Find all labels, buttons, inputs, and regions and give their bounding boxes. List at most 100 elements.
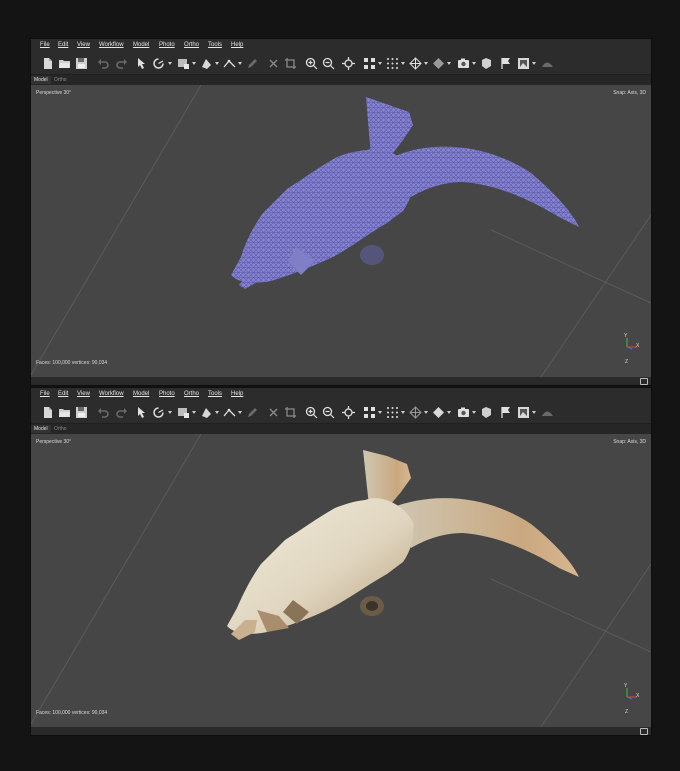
undo-icon[interactable] xyxy=(97,57,110,70)
snap-label: Snap: Axis, 3D xyxy=(613,439,646,445)
menu-file[interactable]: File xyxy=(40,42,50,48)
metashape-window-textured: File Edit View Workflow Model Photo Orth… xyxy=(30,387,652,736)
show-images-icon[interactable] xyxy=(517,57,530,70)
menu-edit[interactable]: Edit xyxy=(58,391,68,397)
goat-skull-wireframe xyxy=(231,97,579,289)
menu-tools[interactable]: Tools xyxy=(208,42,222,48)
menu-file[interactable]: File xyxy=(40,391,50,397)
menu-help[interactable]: Help xyxy=(231,391,243,397)
dem-icon[interactable] xyxy=(541,57,554,70)
zoom-in-icon[interactable] xyxy=(305,57,318,70)
snap-label: Snap: Axis, 3D xyxy=(613,90,646,96)
console-icon[interactable] xyxy=(640,728,648,735)
projection-label: Perspective 30° xyxy=(36,439,72,445)
menu-photo[interactable]: Photo xyxy=(159,391,175,397)
shape-draw-icon[interactable] xyxy=(200,406,213,419)
view-tab-bar: Model Ortho xyxy=(31,424,651,434)
menu-tools[interactable]: Tools xyxy=(208,391,222,397)
axis-y-label: Y xyxy=(624,333,628,339)
crop-icon[interactable] xyxy=(284,57,297,70)
view-tab-bar: Model Ortho xyxy=(31,75,651,85)
shaded-model-icon[interactable] xyxy=(432,406,445,419)
menu-view[interactable]: View xyxy=(77,42,90,48)
delete-icon[interactable] xyxy=(267,57,280,70)
model-viewport[interactable]: Perspective 30° Snap: Axis, 3D Faces: 10… xyxy=(31,85,651,377)
dense-cloud-icon[interactable] xyxy=(386,57,399,70)
crop-icon[interactable] xyxy=(284,406,297,419)
reset-view-icon[interactable] xyxy=(342,406,355,419)
tab-model[interactable]: Model xyxy=(31,76,51,84)
zoom-in-icon[interactable] xyxy=(305,406,318,419)
mesh-icon[interactable] xyxy=(409,406,422,419)
goat-skull-textured xyxy=(227,450,579,640)
menu-model[interactable]: Model xyxy=(133,42,149,48)
grid-line xyxy=(31,85,202,376)
pencil-icon[interactable] xyxy=(246,406,259,419)
projection-label: Perspective 30° xyxy=(36,90,72,96)
grid-line xyxy=(490,578,651,653)
tab-ortho[interactable]: Ortho xyxy=(51,425,70,433)
console-icon[interactable] xyxy=(640,378,648,385)
axis-gizmo: X Y Z xyxy=(619,333,645,365)
scene-canvas xyxy=(31,85,651,377)
redo-icon[interactable] xyxy=(115,406,128,419)
menu-workflow[interactable]: Workflow xyxy=(99,42,124,48)
menu-ortho[interactable]: Ortho xyxy=(184,391,199,397)
open-folder-icon[interactable] xyxy=(58,406,71,419)
pencil-icon[interactable] xyxy=(246,57,259,70)
menu-photo[interactable]: Photo xyxy=(159,42,175,48)
axis-x-label: X xyxy=(636,693,640,699)
new-document-icon[interactable] xyxy=(41,57,54,70)
navigation-arrow-icon[interactable] xyxy=(135,406,148,419)
menu-view[interactable]: View xyxy=(77,391,90,397)
ruler-measure-icon[interactable] xyxy=(223,57,236,70)
metashape-window-wireframe: File Edit View Workflow Model Photo Orth… xyxy=(30,38,652,386)
menu-help[interactable]: Help xyxy=(231,42,243,48)
tab-ortho[interactable]: Ortho xyxy=(51,76,70,84)
mesh-icon[interactable] xyxy=(409,57,422,70)
axis-x-label: X xyxy=(636,343,640,349)
delete-icon[interactable] xyxy=(267,406,280,419)
zoom-out-icon[interactable] xyxy=(322,406,335,419)
axis-z-label: Z xyxy=(625,709,629,715)
scene-canvas xyxy=(31,434,651,727)
rotate-object-icon[interactable] xyxy=(152,57,165,70)
camera-icon[interactable] xyxy=(457,406,470,419)
dense-cloud-icon[interactable] xyxy=(386,406,399,419)
new-document-icon[interactable] xyxy=(41,406,54,419)
zoom-out-icon[interactable] xyxy=(322,57,335,70)
navigation-arrow-icon[interactable] xyxy=(135,57,148,70)
mesh-stats: Faces: 100,000 vertices: 90,034 xyxy=(36,710,108,716)
menu-edit[interactable]: Edit xyxy=(58,42,68,48)
point-cloud-icon[interactable] xyxy=(363,406,376,419)
point-cloud-icon[interactable] xyxy=(363,57,376,70)
reset-view-icon[interactable] xyxy=(342,57,355,70)
grid-line xyxy=(31,434,202,725)
menu-workflow[interactable]: Workflow xyxy=(99,391,124,397)
save-icon[interactable] xyxy=(75,406,88,419)
open-folder-icon[interactable] xyxy=(58,57,71,70)
axis-gizmo: X Y Z xyxy=(619,683,645,715)
ruler-measure-icon[interactable] xyxy=(223,406,236,419)
camera-icon[interactable] xyxy=(457,57,470,70)
shape-draw-icon[interactable] xyxy=(200,57,213,70)
undo-icon[interactable] xyxy=(97,406,110,419)
tab-model[interactable]: Model xyxy=(31,425,51,433)
selection-rect-icon[interactable] xyxy=(177,57,190,70)
shaded-model-icon[interactable] xyxy=(432,57,445,70)
dem-icon[interactable] xyxy=(541,406,554,419)
status-bar xyxy=(31,377,651,385)
flag-marker-icon[interactable] xyxy=(499,57,512,70)
tiled-model-icon[interactable] xyxy=(480,57,493,70)
tiled-model-icon[interactable] xyxy=(480,406,493,419)
redo-icon[interactable] xyxy=(115,57,128,70)
show-images-icon[interactable] xyxy=(517,406,530,419)
axis-y-label: Y xyxy=(624,683,628,689)
model-viewport[interactable]: Perspective 30° Snap: Axis, 3D Faces: 10… xyxy=(31,434,651,727)
rotate-object-icon[interactable] xyxy=(152,406,165,419)
selection-rect-icon[interactable] xyxy=(177,406,190,419)
flag-marker-icon[interactable] xyxy=(499,406,512,419)
save-icon[interactable] xyxy=(75,57,88,70)
menu-model[interactable]: Model xyxy=(133,391,149,397)
menu-ortho[interactable]: Ortho xyxy=(184,42,199,48)
